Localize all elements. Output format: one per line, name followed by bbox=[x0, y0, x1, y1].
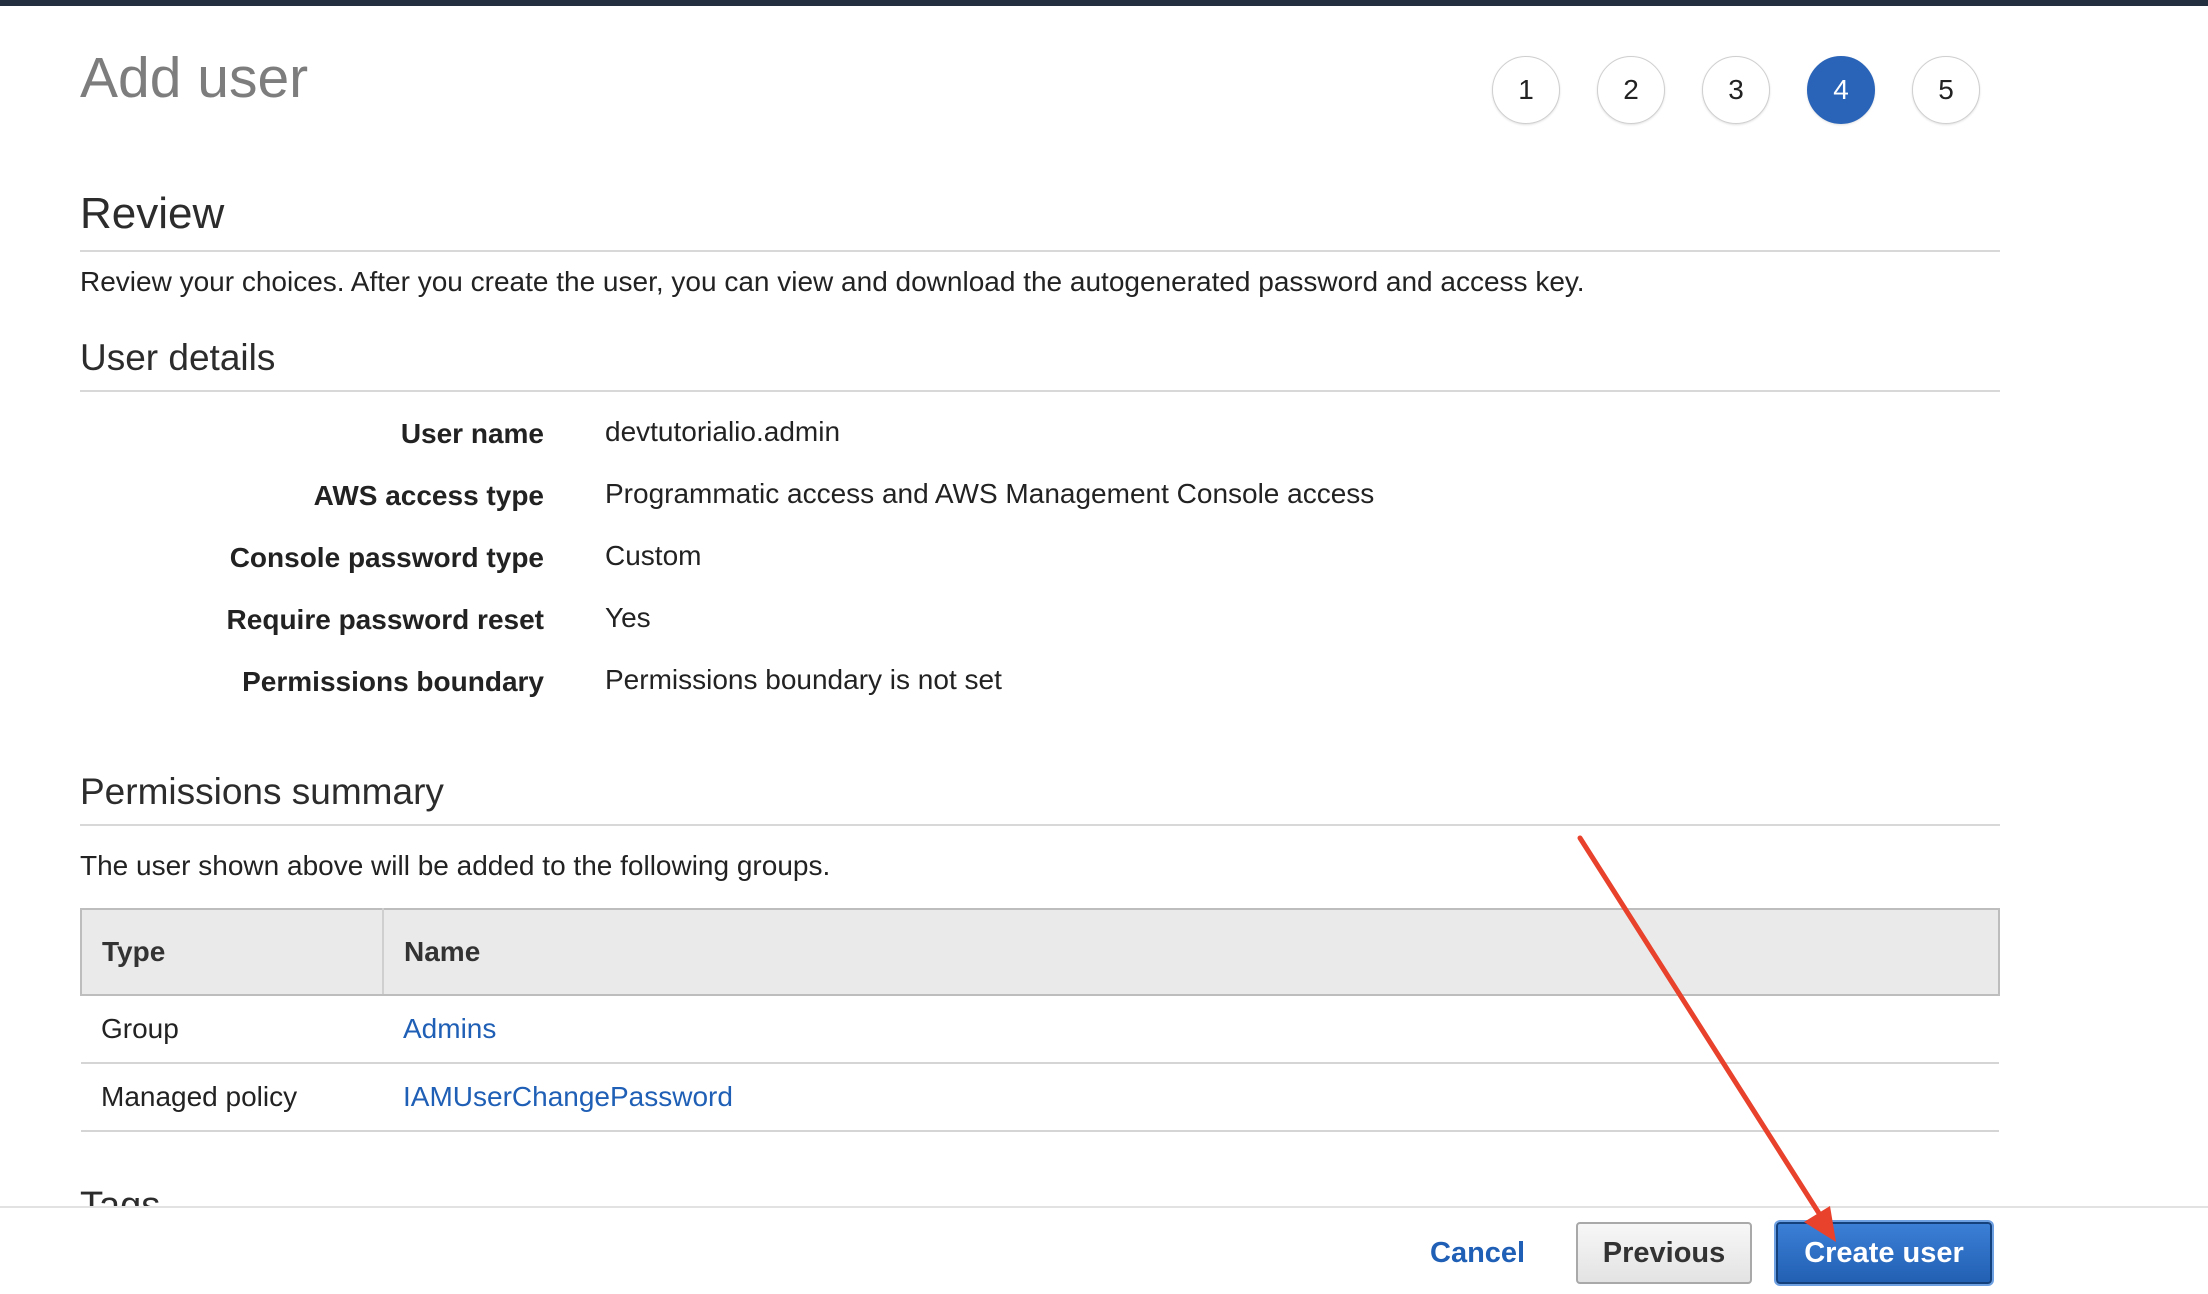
detail-label-access-type: AWS access type bbox=[313, 480, 544, 511]
wizard-step-2[interactable]: 2 bbox=[1597, 56, 1665, 124]
detail-value-access-type: Programmatic access and AWS Management C… bbox=[605, 478, 1375, 509]
detail-label-permissions-boundary: Permissions boundary bbox=[242, 666, 544, 697]
detail-label-user-name: User name bbox=[400, 418, 544, 449]
review-description: Review your choices. After you create th… bbox=[80, 266, 1585, 297]
wizard-step-1[interactable]: 1 bbox=[1492, 56, 1560, 124]
row-name-cell: IAMUserChangePassword bbox=[383, 1063, 1999, 1132]
review-heading: Review bbox=[80, 189, 225, 238]
table-header-row: Type Name bbox=[80, 908, 2000, 996]
review-divider bbox=[80, 250, 2000, 252]
cancel-button[interactable]: Cancel bbox=[1410, 1222, 1545, 1284]
policy-iamuserchangepassword-link[interactable]: IAMUserChangePassword bbox=[403, 1081, 733, 1112]
detail-value-user-name: devtutorialio.admin bbox=[605, 416, 841, 447]
tags-heading: Tags bbox=[80, 1185, 161, 1206]
row-name-cell: Admins bbox=[383, 995, 1999, 1064]
create-user-button[interactable]: Create user bbox=[1776, 1222, 1992, 1284]
column-header-name[interactable]: Name bbox=[383, 908, 2000, 996]
page-title: Add user bbox=[80, 46, 309, 110]
detail-value-permissions-boundary: Permissions boundary is not set bbox=[605, 664, 1002, 695]
wizard-step-5[interactable]: 5 bbox=[1912, 56, 1980, 124]
permissions-table: Type Name Group Admins Managed policy IA… bbox=[80, 908, 2000, 1132]
user-details-heading: User details bbox=[80, 337, 276, 378]
group-admins-link[interactable]: Admins bbox=[403, 1013, 496, 1044]
row-type-cell: Managed policy bbox=[81, 1063, 383, 1132]
table-row: Managed policy IAMUserChangePassword bbox=[81, 1063, 1999, 1132]
permissions-summary-description: The user shown above will be added to th… bbox=[80, 850, 831, 881]
detail-label-password-type: Console password type bbox=[229, 542, 544, 573]
row-type-cell: Group bbox=[81, 995, 383, 1064]
console-top-bar bbox=[0, 0, 2208, 6]
permissions-summary-divider bbox=[80, 824, 2000, 826]
permissions-summary-heading: Permissions summary bbox=[80, 771, 444, 812]
detail-value-password-type: Custom bbox=[605, 540, 702, 571]
wizard-step-3[interactable]: 3 bbox=[1702, 56, 1770, 124]
detail-label-password-reset: Require password reset bbox=[226, 604, 544, 635]
wizard-step-4-active[interactable]: 4 bbox=[1807, 56, 1875, 124]
table-row: Group Admins bbox=[81, 995, 1999, 1064]
previous-button[interactable]: Previous bbox=[1576, 1222, 1752, 1284]
user-details-divider bbox=[80, 390, 2000, 392]
detail-value-password-reset: Yes bbox=[605, 602, 651, 633]
column-header-type[interactable]: Type bbox=[80, 908, 384, 996]
